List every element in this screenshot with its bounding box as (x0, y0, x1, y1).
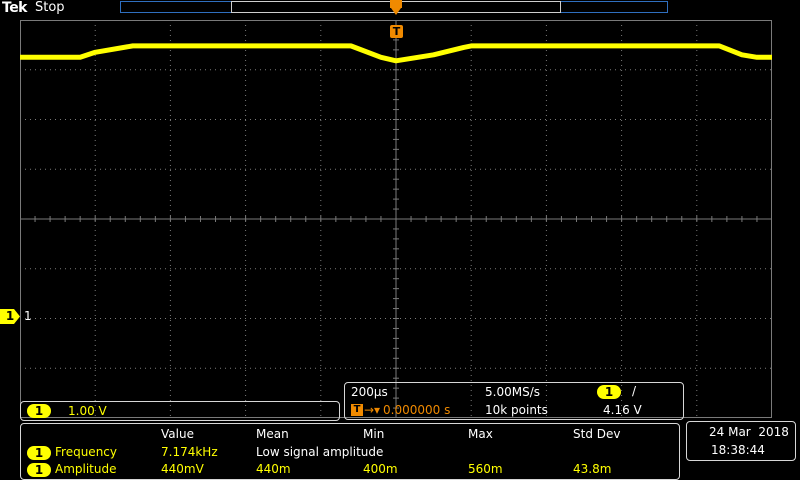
meas-header-stddev: Std Dev (573, 427, 621, 441)
ch1-ground-label: 1 (24, 309, 32, 323)
meas-row-value: 440mV (161, 462, 204, 476)
meas-row-value: 7.174kHz (161, 445, 218, 459)
status-bar: Tek Stop (0, 0, 800, 16)
meas-row-mean: Low signal amplitude (256, 445, 384, 459)
meas-row-min: 400m (363, 462, 398, 476)
trigger-position-badge[interactable]: T (390, 25, 403, 38)
measurements-panel[interactable]: Value Mean Min Max Std Dev 1 Frequency 7… (20, 423, 680, 480)
brand-logo: Tek (2, 0, 28, 16)
trigger-position-icon (390, 0, 402, 15)
meas-header-min: Min (363, 427, 385, 441)
trigger-slope-icon: / (632, 384, 637, 398)
ch1-vertical-scale: 1.00 V (68, 404, 107, 418)
meas-row-channel-chip: 1 (27, 463, 51, 477)
meas-row-mean: 440m (256, 462, 291, 476)
meas-header-value: Value (161, 427, 194, 441)
sample-rate: 5.00MS/s (485, 385, 540, 399)
time-label: 18:38:44 (711, 443, 765, 457)
date-label: 24 Mar 2018 (709, 425, 789, 439)
datetime-box: 24 Mar 2018 18:38:44 (686, 421, 796, 461)
position-arrow-icon: →▾ (364, 403, 381, 417)
time-per-division: 200µs (351, 385, 388, 399)
ch1-chip: 1 (27, 404, 51, 418)
meas-header-mean: Mean (256, 427, 289, 441)
horizontal-position: 0.000000 s (383, 403, 451, 417)
waveform-display[interactable] (20, 20, 772, 418)
meas-row-name: Amplitude (55, 462, 117, 476)
horizontal-trigger-box[interactable]: 200µs 5.00MS/s 1 / T →▾ 0.000000 s 10k p… (344, 382, 684, 420)
meas-row-stddev: 43.8m (573, 462, 612, 476)
meas-row-name: Frequency (55, 445, 117, 459)
trigger-level: 4.16 V (603, 403, 642, 417)
meas-header-max: Max (468, 427, 493, 441)
ch1-ground-marker[interactable]: 1 (0, 309, 20, 324)
record-length: 10k points (485, 403, 548, 417)
acquisition-state: Stop (35, 0, 65, 15)
meas-row-channel-chip: 1 (27, 446, 51, 460)
meas-row-max: 560m (468, 462, 503, 476)
trigger-t-icon: T (351, 404, 363, 416)
trigger-source-chip: 1 (597, 385, 621, 399)
